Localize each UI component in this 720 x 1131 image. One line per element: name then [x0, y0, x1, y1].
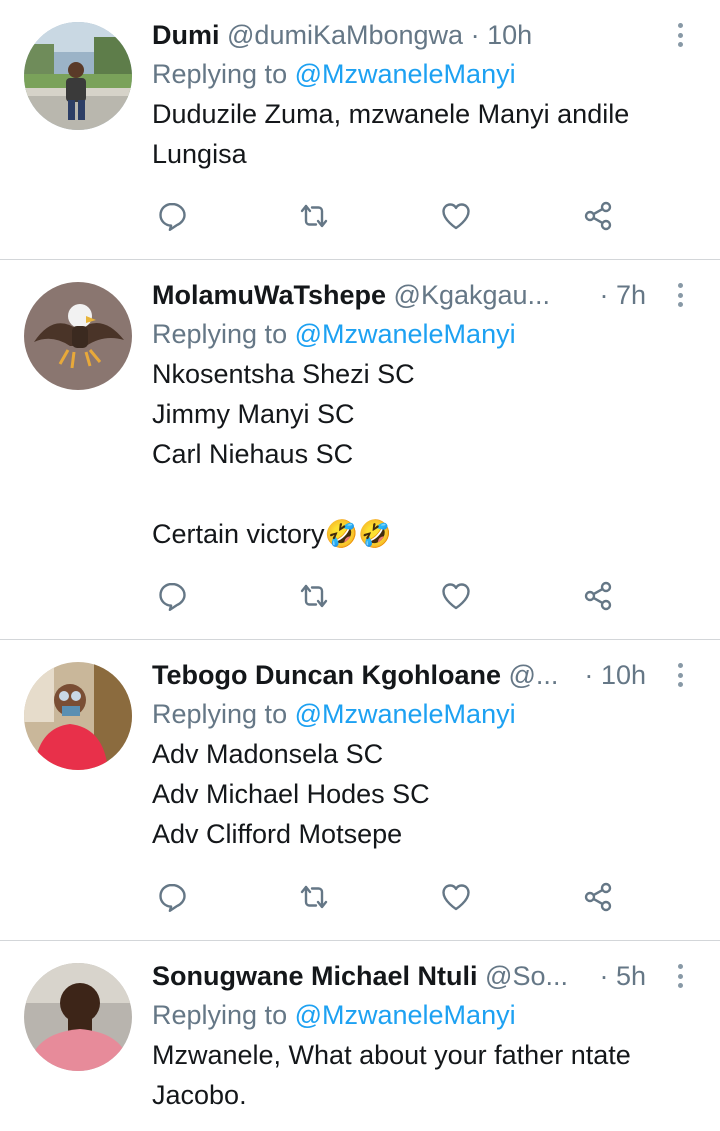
- separator-dot: ·: [599, 961, 609, 991]
- replying-prefix: Replying to: [152, 319, 295, 349]
- retweet-icon[interactable]: [294, 576, 334, 616]
- avatar-column: [0, 658, 152, 940]
- replying-mention[interactable]: @MzwaneleManyi: [295, 1000, 516, 1030]
- avatar-column: [0, 278, 152, 639]
- more-options-icon[interactable]: [670, 20, 690, 50]
- separator-dot: ·: [584, 660, 594, 690]
- user-handle[interactable]: @So...: [485, 961, 568, 991]
- timestamp[interactable]: 10h: [487, 20, 532, 50]
- action-bar: [152, 196, 622, 236]
- tweet[interactable]: Dumi @dumiKaMbongwa · 10h Replying to @M…: [0, 0, 720, 260]
- separator-dot: ·: [470, 20, 480, 50]
- replying-to: Replying to @MzwaneleManyi: [152, 314, 710, 354]
- user-handle[interactable]: @Kgakgau...: [394, 280, 551, 310]
- avatar-column: [0, 18, 152, 259]
- replying-prefix: Replying to: [152, 59, 295, 89]
- replying-to: Replying to @MzwaneleManyi: [152, 694, 710, 734]
- display-name[interactable]: Tebogo Duncan Kgohloane: [152, 660, 501, 690]
- avatar-column: [0, 959, 152, 1131]
- timestamp[interactable]: 7h: [616, 280, 646, 310]
- like-icon[interactable]: [436, 877, 476, 917]
- display-name[interactable]: MolamuWaTshepe: [152, 280, 386, 310]
- tweet[interactable]: Sonugwane Michael Ntuli @So... · 5h Repl…: [0, 941, 720, 1131]
- avatar[interactable]: [24, 662, 132, 770]
- retweet-icon[interactable]: [294, 196, 334, 236]
- separator-dot: ·: [599, 280, 609, 310]
- retweet-icon[interactable]: [294, 877, 334, 917]
- more-options-icon[interactable]: [670, 961, 690, 991]
- action-bar: [152, 576, 622, 616]
- more-options-icon[interactable]: [670, 660, 690, 690]
- tweet-text: Adv Madonsela SC Adv Michael Hodes SC Ad…: [152, 739, 430, 849]
- avatar[interactable]: [24, 963, 132, 1071]
- reply-icon[interactable]: [152, 576, 192, 616]
- action-bar: [152, 877, 622, 917]
- share-icon[interactable]: [578, 877, 618, 917]
- replying-mention[interactable]: @MzwaneleManyi: [295, 59, 516, 89]
- replying-mention[interactable]: @MzwaneleManyi: [295, 699, 516, 729]
- replying-mention[interactable]: @MzwaneleManyi: [295, 319, 516, 349]
- more-options-icon[interactable]: [670, 280, 690, 310]
- tweet-text: Mzwanele, What about your father ntate J…: [152, 1040, 631, 1110]
- replying-to: Replying to @MzwaneleManyi: [152, 54, 710, 94]
- avatar[interactable]: [24, 22, 132, 130]
- share-icon[interactable]: [578, 576, 618, 616]
- tweet[interactable]: Tebogo Duncan Kgohloane @... · 10h Reply…: [0, 640, 720, 941]
- tweet-content: Sonugwane Michael Ntuli @So... · 5h Repl…: [152, 959, 720, 1131]
- tweet-text: Nkosentsha Shezi SC Jimmy Manyi SC Carl …: [152, 359, 415, 549]
- display-name[interactable]: Dumi: [152, 20, 220, 50]
- tweet-header: Tebogo Duncan Kgohloane @... · 10h: [152, 658, 692, 692]
- user-handle[interactable]: @dumiKaMbongwa: [227, 20, 463, 50]
- share-icon[interactable]: [578, 196, 618, 236]
- user-handle[interactable]: @...: [509, 660, 559, 690]
- reply-icon[interactable]: [152, 196, 192, 236]
- tweet-header: Dumi @dumiKaMbongwa · 10h: [152, 18, 692, 52]
- tweet-header: Sonugwane Michael Ntuli @So... · 5h: [152, 959, 692, 993]
- reply-icon[interactable]: [152, 877, 192, 917]
- replying-prefix: Replying to: [152, 699, 295, 729]
- replying-prefix: Replying to: [152, 1000, 295, 1030]
- tweet[interactable]: MolamuWaTshepe @Kgakgau... · 7h Replying…: [0, 260, 720, 640]
- tweet-text: Duduzile Zuma, mzwanele Manyi andile Lun…: [152, 99, 630, 169]
- avatar[interactable]: [24, 282, 132, 390]
- like-icon[interactable]: [436, 576, 476, 616]
- timestamp[interactable]: 10h: [601, 660, 646, 690]
- like-icon[interactable]: [436, 196, 476, 236]
- replying-to: Replying to @MzwaneleManyi: [152, 995, 710, 1035]
- tweet-header: MolamuWaTshepe @Kgakgau... · 7h: [152, 278, 692, 312]
- reply-feed: Dumi @dumiKaMbongwa · 10h Replying to @M…: [0, 0, 720, 1131]
- timestamp[interactable]: 5h: [616, 961, 646, 991]
- display-name[interactable]: Sonugwane Michael Ntuli: [152, 961, 478, 991]
